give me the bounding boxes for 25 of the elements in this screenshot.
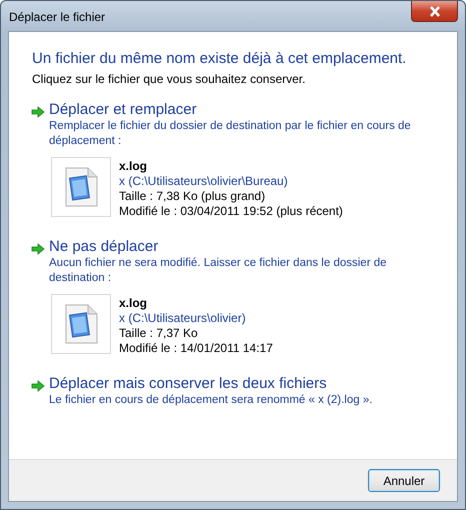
arrow-icon	[31, 243, 45, 255]
file-name: x.log	[119, 159, 148, 174]
notepad-file-icon	[64, 304, 98, 344]
arrow-icon	[31, 380, 45, 392]
file-size: Taille : 7,37 Ko	[119, 326, 199, 341]
file-size: Taille : 7,38 Ko (plus grand)	[119, 189, 266, 204]
window-title: Déplacer le fichier	[9, 10, 106, 24]
instruction-text: Cliquez sur le fichier que vous souhaitez conserver.	[32, 72, 306, 86]
file-location: x (C:\Utilisateurs\olivier)	[119, 311, 247, 326]
notepad-file-icon	[64, 167, 98, 207]
option-title[interactable]: Déplacer et remplacer	[49, 100, 424, 119]
close-button[interactable]	[411, 1, 458, 22]
close-icon	[428, 6, 440, 16]
file-modified: Modifié le : 03/04/2011 19:52 (plus récent)	[119, 204, 343, 219]
option-description: Remplacer le fichier du dossier de destination par le fichier en cours de déplacement :	[49, 119, 412, 149]
dialog-heading: Un fichier du même nom existe déjà à cet emplacement.	[32, 50, 408, 67]
file-modified: Modifié le : 14/01/2011 14:17	[119, 341, 273, 356]
cancel-button[interactable]: Annuler	[368, 469, 440, 492]
option-title[interactable]: Ne pas déplacer	[49, 237, 424, 256]
option-description: Le fichier en cours de déplacement sera renommé « x (2).log ».	[49, 393, 374, 408]
file-location: x (C:\Utilisateurs\olivier\Bureau)	[119, 174, 289, 189]
arrow-icon	[31, 106, 45, 118]
file-name: x.log	[119, 296, 148, 311]
option-title[interactable]: Déplacer mais conserver les deux fichiers	[49, 374, 424, 393]
option-description: Aucun fichier ne sera modifié. Laisser ce fichier dans le dossier de destination :	[49, 256, 388, 286]
